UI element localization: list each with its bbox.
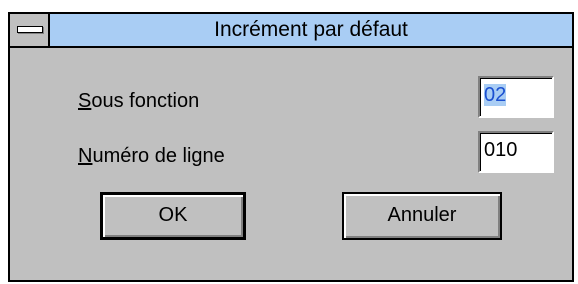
sous-fonction-mnemonic: S (78, 90, 92, 112)
system-menu-icon (17, 26, 43, 33)
dialog-title: Incrément par défaut (214, 18, 408, 41)
ok-button[interactable]: OK (100, 192, 246, 240)
numero-de-ligne-label-text: uméro de ligne (92, 145, 225, 167)
title-bar[interactable]: Incrément par défaut (10, 14, 572, 48)
sous-fonction-input[interactable]: 02 (478, 76, 554, 118)
numero-de-ligne-mnemonic: N (78, 145, 93, 167)
sous-fonction-label: Sous fonction (78, 90, 199, 113)
cancel-button-label: Annuler (387, 204, 457, 226)
sous-fonction-label-text: ous fonction (91, 90, 200, 112)
numero-de-ligne-input-value: 010 (484, 139, 518, 161)
sous-fonction-input-value: 02 (484, 84, 507, 106)
cancel-button[interactable]: Annuler (342, 192, 502, 240)
numero-de-ligne-input[interactable]: 010 (478, 131, 554, 173)
dialog-window: Incrément par défaut Sous fonction 02 Nu… (8, 12, 574, 282)
system-menu-button[interactable] (10, 14, 50, 46)
numero-de-ligne-label: Numéro de ligne (78, 145, 225, 168)
ok-button-label: OK (158, 204, 188, 226)
